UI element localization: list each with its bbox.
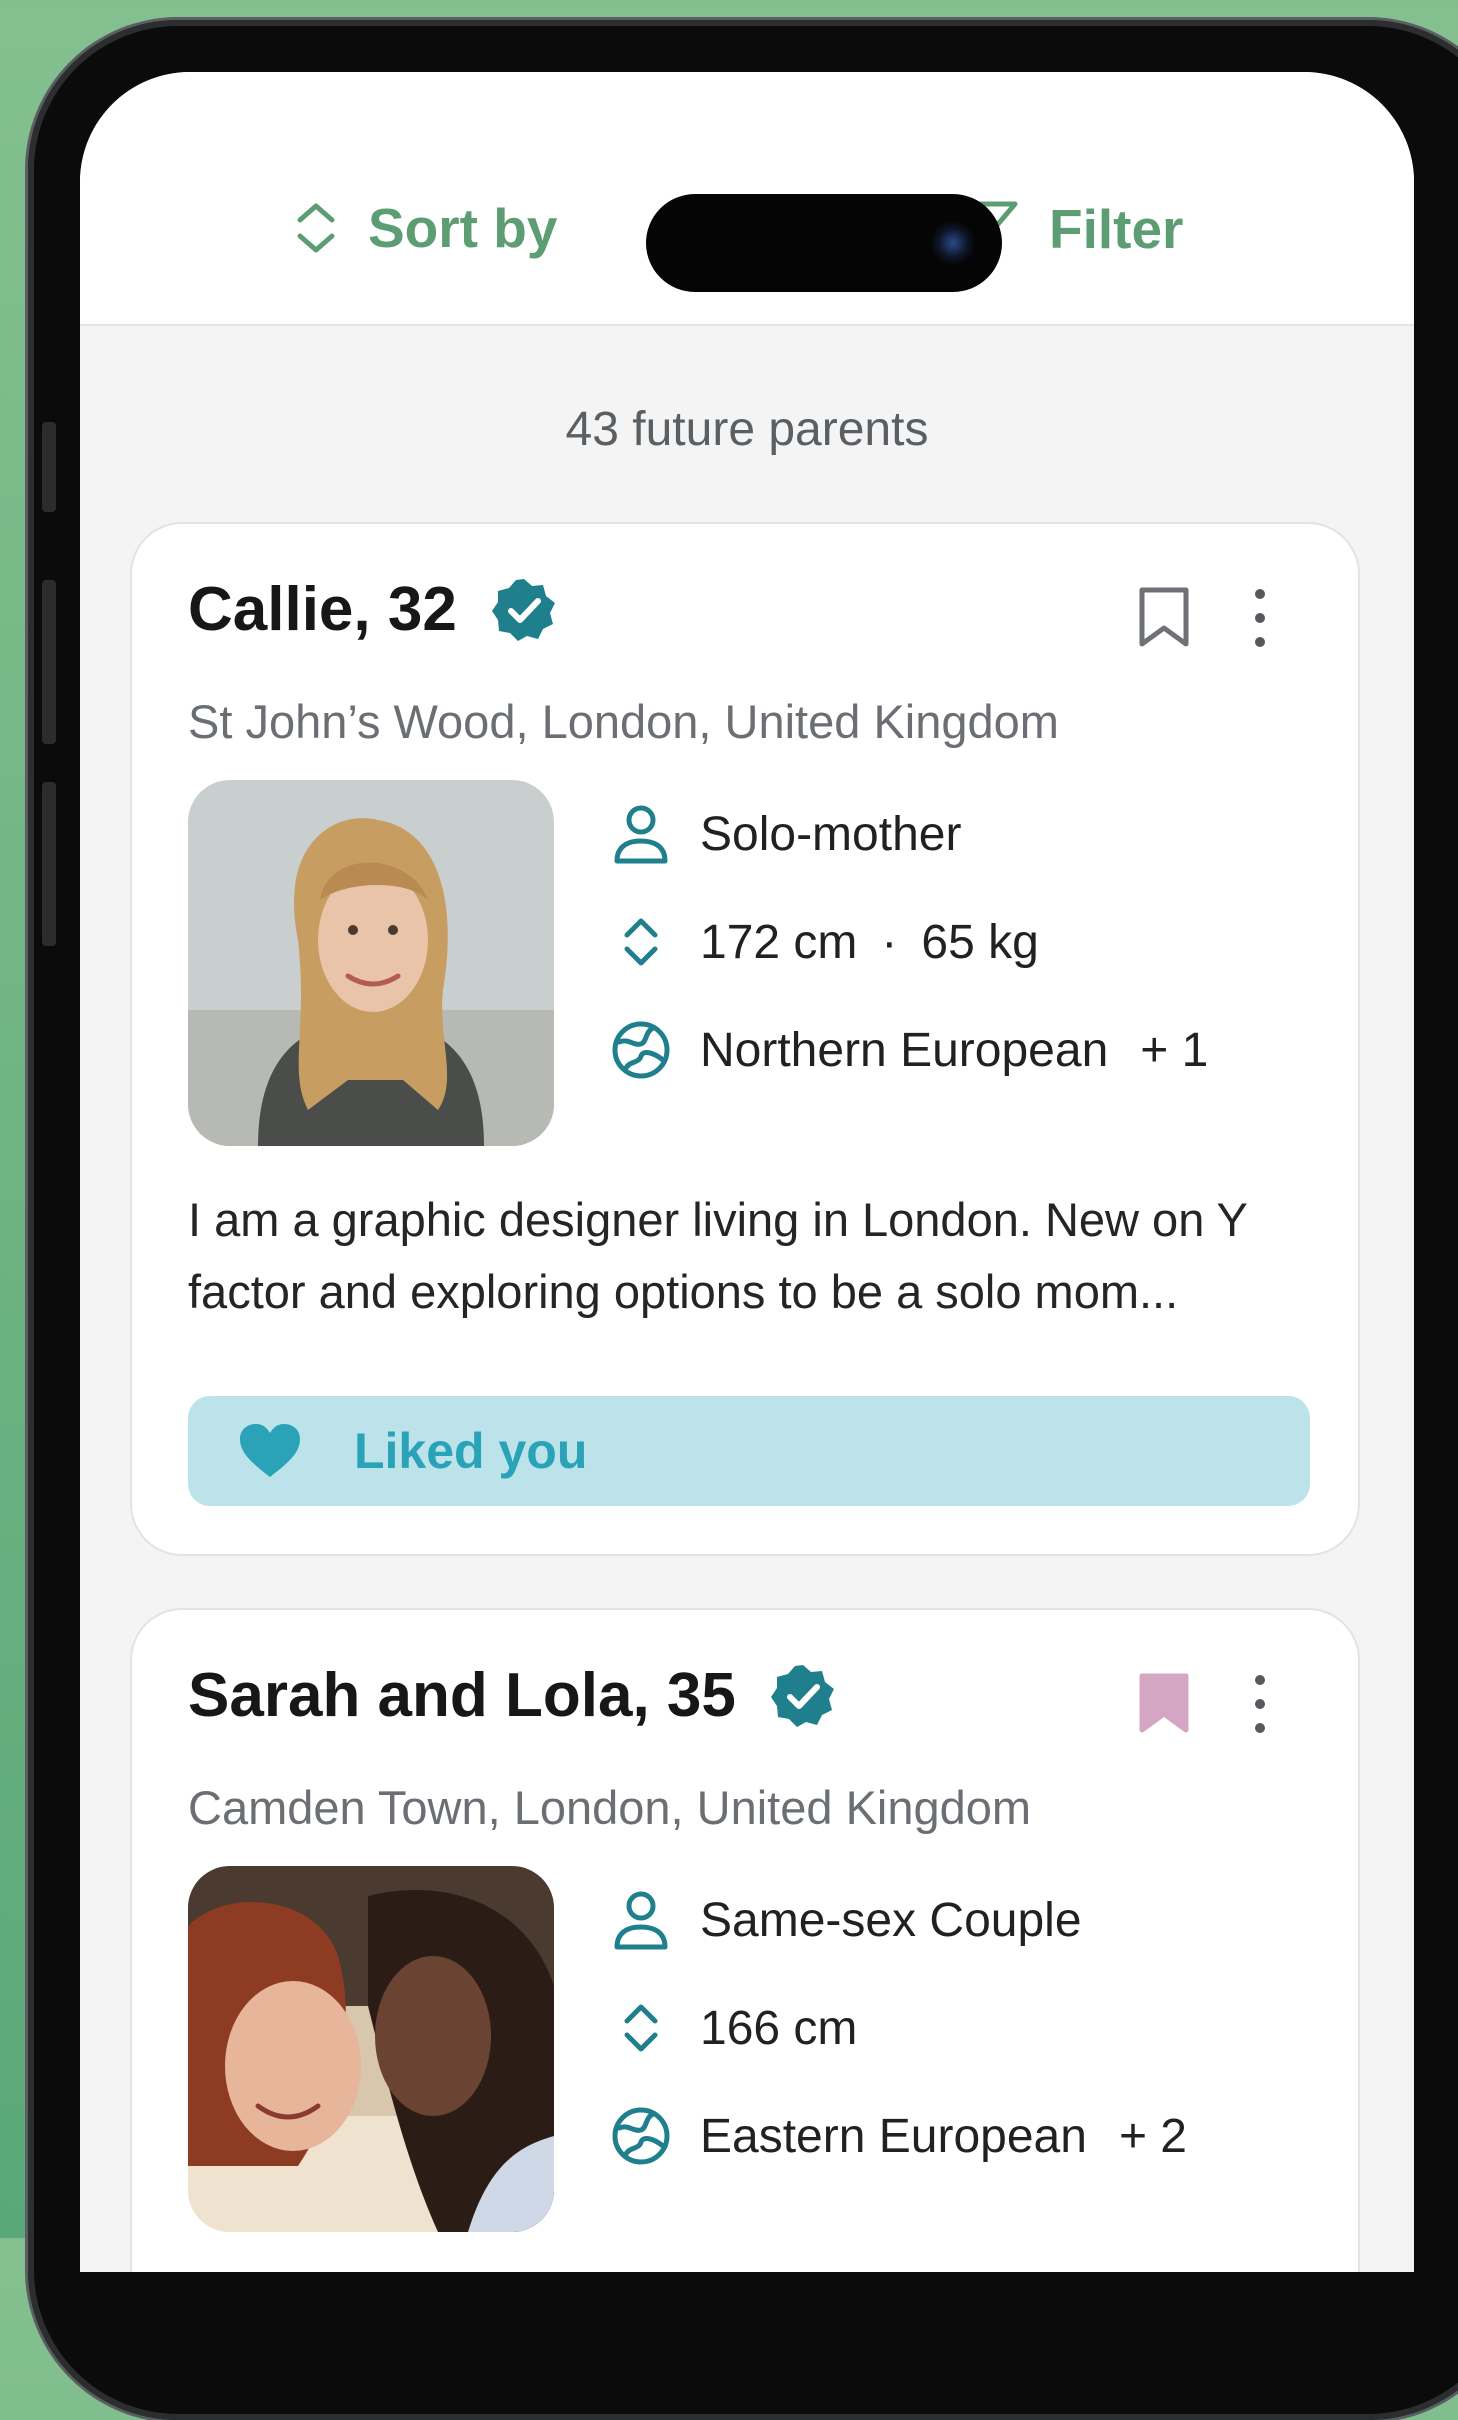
verified-badge-icon [770, 1664, 834, 1727]
ethnicity-row: Eastern European + 2 [610, 2082, 1187, 2190]
profile-location: Camden Town, London, United Kingdom [188, 1781, 1032, 1834]
sort-chevrons-icon [297, 203, 335, 253]
ethnicity-more: + 2 [1118, 2109, 1187, 2163]
profile-photo-image [188, 1866, 554, 2232]
separator-dot: · [881, 915, 898, 969]
family-type: Solo-mother [700, 807, 962, 861]
person-icon [614, 805, 668, 864]
filter-label: Filter [1049, 198, 1184, 260]
profile-bio: I am a graphic designer living in London… [188, 1193, 1248, 1318]
ethnicity-row: Northern European + 1 [610, 996, 1208, 1104]
profile-attributes: Solo-mother 172 cm · 65 kg Northern Euro… [610, 780, 1208, 1104]
profile-card[interactable]: Sarah and Lola, 35 Camden Town, London, … [130, 1608, 1360, 2272]
height-chevrons-icon [624, 2004, 658, 2052]
profile-photo[interactable] [188, 1866, 554, 2232]
profile-photo[interactable] [188, 780, 554, 1146]
more-options-icon[interactable] [1250, 1672, 1270, 1736]
results-count: 43 future parents [565, 403, 929, 456]
profile-name-row: Sarah and Lola, 35 [188, 1660, 836, 1731]
volume-up-button [42, 580, 56, 744]
weight: 65 kg [921, 915, 1039, 969]
family-type-row: Solo-mother [610, 780, 1208, 888]
front-camera [930, 220, 976, 266]
height-weight-row: 172 cm · 65 kg [610, 888, 1208, 996]
sort-label: Sort by [368, 197, 558, 259]
sort-button[interactable]: Sort by [292, 196, 557, 260]
app-screen: Sort by Filter 43 future parents Callie,… [80, 72, 1414, 2272]
height-chevrons-icon [624, 918, 658, 966]
profile-name-row: Callie, 32 [188, 574, 557, 645]
volume-down-button [42, 782, 56, 946]
profile-photo-image [188, 780, 554, 1146]
dynamic-island [646, 194, 1002, 292]
height: 172 cm [700, 915, 858, 969]
bookmark-saved-icon[interactable] [1134, 1670, 1194, 1736]
liked-you-label: Liked you [354, 1423, 588, 1479]
globe-icon [612, 1021, 670, 1079]
ethnicity: Eastern European [700, 2109, 1087, 2163]
family-type-row: Same-sex Couple [610, 1866, 1187, 1974]
more-options-icon[interactable] [1250, 586, 1270, 650]
bookmark-icon[interactable] [1134, 584, 1194, 650]
liked-you-banner[interactable]: Liked you [188, 1396, 1310, 1506]
ethnicity-more: + 1 [1140, 1023, 1209, 1077]
globe-icon [612, 2107, 670, 2165]
height: 166 cm [700, 2001, 858, 2055]
profile-card[interactable]: Callie, 32 St John’s Wood, London, Unite… [130, 522, 1360, 1556]
action-button [42, 422, 56, 512]
verified-badge-icon [491, 578, 555, 641]
heart-icon [240, 1424, 300, 1477]
height-row: 166 cm [610, 1974, 1187, 2082]
family-type: Same-sex Couple [700, 1893, 1082, 1947]
profile-name: Callie, 32 [188, 575, 457, 644]
profile-attributes: Same-sex Couple 166 cm Eastern European … [610, 1866, 1187, 2190]
profile-name: Sarah and Lola, 35 [188, 1661, 736, 1730]
profile-location: St John’s Wood, London, United Kingdom [188, 695, 1059, 748]
ethnicity: Northern European [700, 1023, 1109, 1077]
person-icon [614, 1891, 668, 1950]
